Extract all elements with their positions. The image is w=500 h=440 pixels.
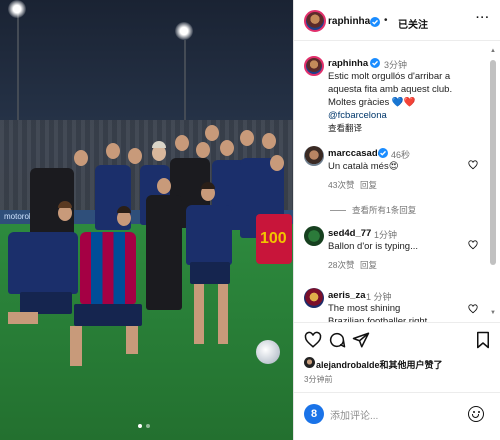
player xyxy=(146,195,182,310)
likes-summary[interactable]: alejandrobalde和其他用户赞了 xyxy=(316,358,443,371)
player-head xyxy=(262,133,276,149)
player-head xyxy=(270,155,284,171)
player-hair xyxy=(58,201,72,208)
reply-button[interactable]: 回复 xyxy=(360,179,377,191)
caption-text: Estic molt orgullós d'arribar a aquesta … xyxy=(328,71,453,108)
player-head xyxy=(74,150,88,166)
floodlight xyxy=(175,22,193,40)
caption-username[interactable]: raphinha xyxy=(328,58,368,69)
verified-badge-icon xyxy=(378,148,388,158)
divider xyxy=(294,392,500,393)
comment-username[interactable]: sed4d_77 xyxy=(328,228,371,239)
comment-likes[interactable]: 28次赞 xyxy=(328,259,354,271)
player xyxy=(186,205,232,265)
following-button[interactable]: 已关注 xyxy=(398,16,428,31)
player-head xyxy=(175,135,189,151)
verified-badge-icon xyxy=(370,58,380,68)
commenter-avatar[interactable] xyxy=(304,226,324,246)
instagram-post-window: motorola 100 raphinha • 已关注 ··· ▲ ▼ raph… xyxy=(0,0,500,440)
comment-text: Un català més😍 xyxy=(328,161,399,172)
liker-avatar[interactable] xyxy=(304,357,315,368)
player-hair xyxy=(152,141,166,148)
comment-likes[interactable]: 43次赞 xyxy=(328,179,354,191)
divider xyxy=(294,322,500,323)
player-leg xyxy=(194,284,204,344)
player-head xyxy=(205,125,219,141)
comment-text: Ballon d'or is typing... xyxy=(328,241,418,252)
add-comment-input[interactable] xyxy=(330,408,450,424)
comment-username[interactable]: marccasado xyxy=(328,148,383,159)
share-icon[interactable] xyxy=(352,331,370,349)
player-leg xyxy=(8,312,38,324)
player-head xyxy=(240,130,254,146)
player-leg xyxy=(70,326,82,366)
player-head xyxy=(196,142,210,158)
player xyxy=(8,232,78,294)
emoji-icon[interactable] xyxy=(468,406,484,422)
post-photo[interactable]: motorola 100 xyxy=(0,0,293,440)
translate-link[interactable]: 查看翻译 xyxy=(328,122,362,134)
separator-dot-icon: • xyxy=(384,15,388,26)
caption-tag-link[interactable]: @fcbarcelona xyxy=(328,109,387,122)
player-head xyxy=(157,178,171,194)
author-avatar[interactable] xyxy=(304,10,326,32)
bookmark-icon[interactable] xyxy=(474,331,492,349)
trophy-ball xyxy=(256,340,280,364)
carousel-dots xyxy=(138,424,150,428)
liker-username[interactable]: alejandrobalde xyxy=(316,360,380,370)
posted-time: 3分钟前 xyxy=(304,375,333,384)
scroll-thumb[interactable] xyxy=(490,60,496,265)
author-username[interactable]: raphinha xyxy=(328,16,370,27)
scroll-down-icon[interactable]: ▼ xyxy=(490,310,496,316)
player-shorts xyxy=(190,262,230,284)
player xyxy=(80,232,136,304)
comment-icon[interactable] xyxy=(328,331,346,349)
floodlight xyxy=(8,0,26,18)
player-shorts xyxy=(74,304,142,326)
commenter-avatar[interactable] xyxy=(304,146,324,166)
comment-username[interactable]: aeris_za xyxy=(328,290,366,301)
scroll-up-icon[interactable]: ▲ xyxy=(490,48,496,54)
shirt-100: 100 xyxy=(256,214,292,264)
caption-avatar[interactable] xyxy=(304,56,324,76)
reply-button[interactable]: 回复 xyxy=(360,259,377,271)
likes-rest[interactable]: 和其他用户赞了 xyxy=(380,360,443,370)
player-hair xyxy=(201,182,215,189)
verified-badge-icon xyxy=(370,17,380,27)
comment-like-heart-icon[interactable] xyxy=(468,160,478,170)
player-head xyxy=(220,140,234,156)
carousel-dot-active[interactable] xyxy=(138,424,142,428)
comment-like-heart-icon[interactable] xyxy=(468,240,478,250)
view-replies-link[interactable]: 查看所有1条回复 xyxy=(330,204,416,216)
floodlight-pole xyxy=(184,40,186,120)
player-leg xyxy=(218,284,228,344)
player-shorts xyxy=(20,292,72,314)
commenter-avatar[interactable] xyxy=(304,288,324,308)
divider xyxy=(294,40,500,41)
comment-like-heart-icon[interactable] xyxy=(468,304,478,314)
current-user-avatar: 8 xyxy=(304,404,324,424)
comment-text: The most shining Brazilian footballer ri… xyxy=(328,303,428,322)
carousel-dot[interactable] xyxy=(146,424,150,428)
comment-clip: aeris_za 1 分钟 The most shining Brazilian… xyxy=(294,282,489,322)
heart-icon[interactable] xyxy=(304,331,322,349)
player-head xyxy=(128,148,142,164)
player-hair xyxy=(117,206,131,213)
player-head xyxy=(106,143,120,159)
player-leg xyxy=(126,326,138,354)
more-options-icon[interactable]: ··· xyxy=(476,12,490,24)
floodlight-pole xyxy=(17,10,19,120)
